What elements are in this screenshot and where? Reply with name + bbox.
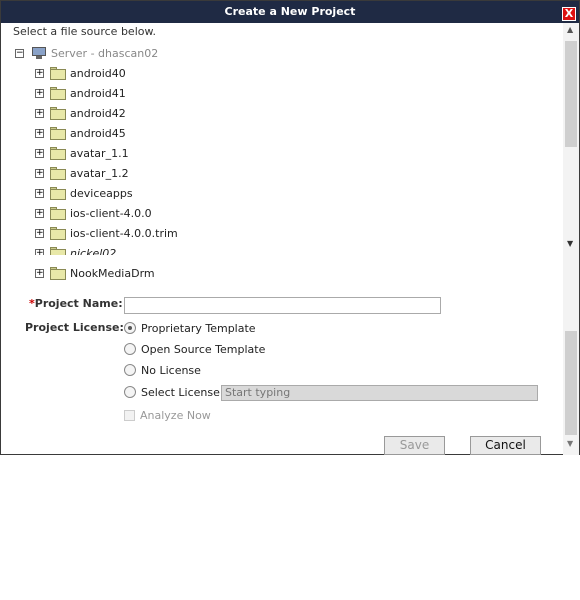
tree-item-label: ios-client-4.0.0 [70, 206, 152, 220]
tree-item-label: android42 [70, 106, 126, 120]
license-option-label: Select License: [141, 385, 224, 399]
vertical-scrollbar[interactable]: ▲ ▼ ▼ [563, 23, 579, 455]
license-option-open-source[interactable]: Open Source Template [124, 341, 265, 357]
tree-item-label: ios-client-4.0.0.trim [70, 226, 178, 240]
expand-icon[interactable]: + [35, 228, 44, 238]
folder-icon [50, 246, 66, 255]
tree-item[interactable]: + android41 [35, 85, 126, 101]
folder-icon [50, 126, 66, 140]
file-source-tree: Select a file source below. − Server - d… [1, 23, 563, 255]
folder-icon [50, 66, 66, 80]
dialog-titlebar[interactable]: Create a New Project X [1, 1, 579, 23]
license-option-label: Proprietary Template [141, 321, 256, 335]
tree-item-label: android41 [70, 86, 126, 100]
tree-item-label: NookMediaDrm [70, 266, 155, 280]
project-name-input[interactable] [124, 297, 441, 314]
scroll-thumb-tree[interactable] [565, 41, 577, 147]
expand-icon[interactable]: + [35, 108, 44, 118]
license-option-label: No License [141, 363, 201, 377]
license-option-label: Open Source Template [141, 342, 266, 356]
expand-icon[interactable]: + [35, 168, 44, 178]
tree-item[interactable]: + ios-client-4.0.0.trim [35, 225, 178, 241]
expand-icon[interactable]: + [35, 68, 44, 78]
tree-item-label: android45 [70, 126, 126, 140]
license-option-none[interactable]: No License [124, 362, 201, 378]
folder-icon [50, 186, 66, 200]
tree-item[interactable]: + android40 [35, 65, 126, 81]
tree-item[interactable]: + NookMediaDrm [35, 265, 155, 281]
tree-item[interactable]: + android42 [35, 105, 126, 121]
checkbox-icon[interactable] [124, 409, 135, 421]
tree-hint: Select a file source below. [13, 25, 156, 38]
tree-item[interactable]: + nickel02 [35, 245, 116, 255]
expand-icon[interactable]: + [35, 268, 44, 278]
folder-icon [50, 106, 66, 120]
radio-selected-icon[interactable] [124, 322, 136, 334]
folder-icon [50, 146, 66, 160]
tree-item-label: nickel02 [70, 246, 117, 256]
radio-icon[interactable] [124, 343, 136, 355]
project-name-label-text: Project Name: [34, 297, 123, 310]
collapse-icon[interactable]: − [15, 48, 24, 58]
license-option-select[interactable]: Select License: [124, 384, 224, 400]
folder-icon [50, 206, 66, 220]
tree-item-label: avatar_1.1 [70, 146, 129, 160]
expand-icon[interactable]: + [35, 148, 44, 158]
save-button[interactable]: Save [384, 436, 445, 455]
radio-icon[interactable] [124, 364, 136, 376]
server-label: Server - dhascan02 [51, 46, 159, 60]
scroll-up-icon[interactable]: ▲ [567, 25, 573, 34]
tree-item[interactable]: + android45 [35, 125, 126, 141]
license-option-proprietary[interactable]: Proprietary Template [124, 320, 256, 336]
dialog-title: Create a New Project [224, 5, 356, 18]
select-license-input[interactable]: Start typing [221, 385, 538, 401]
scroll-down-icon[interactable]: ▼ [567, 239, 573, 248]
tree-item-label: android40 [70, 66, 126, 80]
tree-item[interactable]: + deviceapps [35, 185, 133, 201]
scroll-thumb-form[interactable] [565, 331, 577, 435]
folder-icon [50, 266, 66, 280]
analyze-now-option[interactable]: Analyze Now [124, 407, 211, 423]
expand-icon[interactable]: + [35, 88, 44, 98]
project-name-label: *Project Name: [29, 297, 123, 310]
analyze-now-label: Analyze Now [140, 408, 211, 422]
expand-icon[interactable]: + [35, 208, 44, 218]
tree-item[interactable]: + avatar_1.1 [35, 145, 129, 161]
cancel-button[interactable]: Cancel [470, 436, 541, 455]
folder-icon [50, 166, 66, 180]
expand-icon[interactable]: + [35, 248, 44, 255]
tree-item-label: avatar_1.2 [70, 166, 129, 180]
folder-icon [50, 226, 66, 240]
monitor-icon [32, 47, 46, 59]
expand-icon[interactable]: + [35, 128, 44, 138]
project-license-label: Project License: [25, 321, 124, 334]
close-icon[interactable]: X [562, 7, 576, 21]
expand-icon[interactable]: + [35, 188, 44, 198]
scroll-down-icon[interactable]: ▼ [567, 439, 573, 448]
tree-root-server[interactable]: − Server - dhascan02 [15, 45, 158, 61]
tree-item[interactable]: + ios-client-4.0.0 [35, 205, 152, 221]
tree-item-label: deviceapps [70, 186, 133, 200]
create-project-dialog: Create a New Project X Select a file sou… [0, 0, 580, 455]
radio-icon[interactable] [124, 386, 136, 398]
tree-item[interactable]: + avatar_1.2 [35, 165, 129, 181]
folder-icon [50, 86, 66, 100]
